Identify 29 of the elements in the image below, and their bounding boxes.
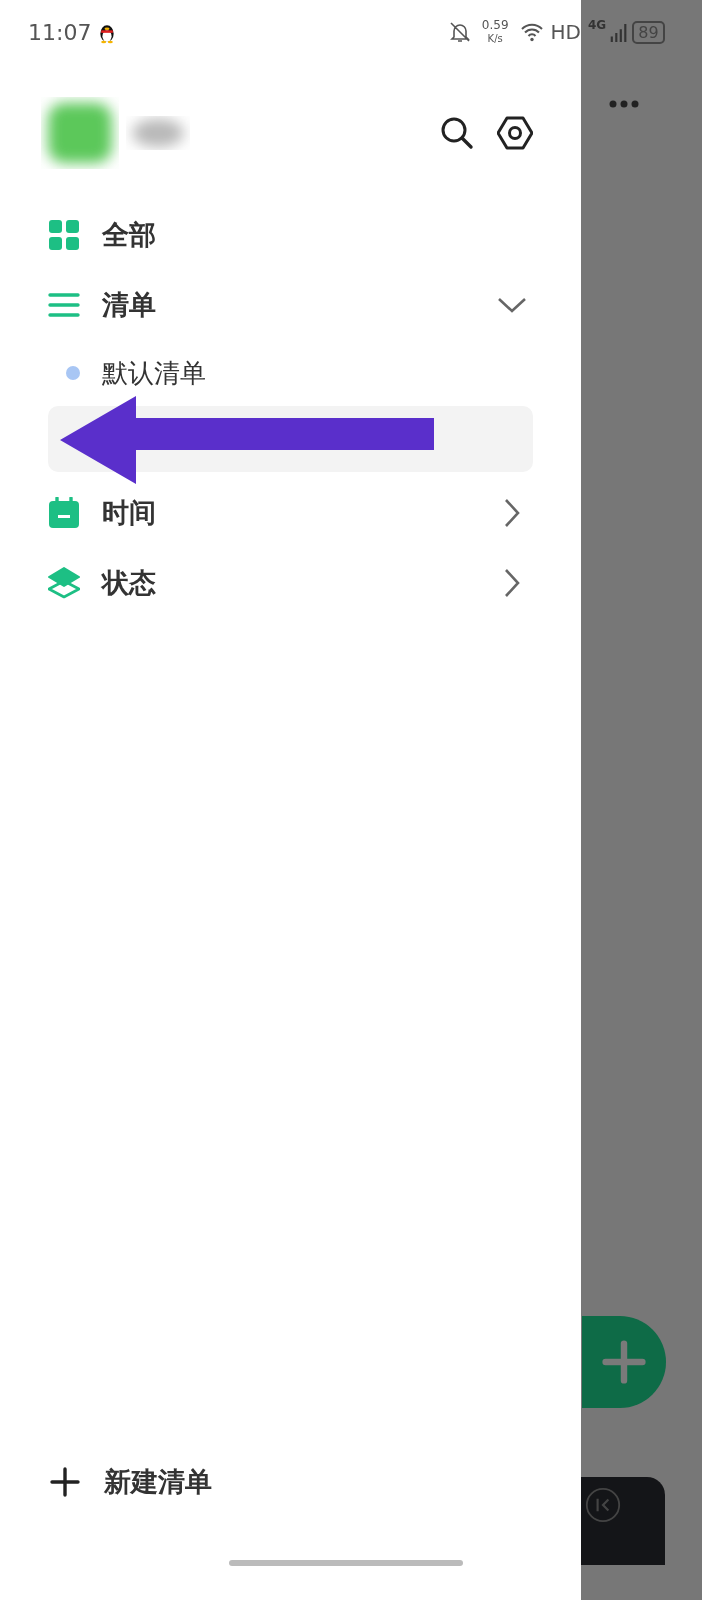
hd-label: HD <box>550 20 581 44</box>
menu-label: 状态 <box>102 566 156 600</box>
menu-item[interactable]: 状态 <box>48 548 533 618</box>
menu-item[interactable]: 清单 <box>48 270 533 340</box>
dim-overlay[interactable] <box>581 0 702 1600</box>
plus-icon <box>601 1339 647 1385</box>
menu-label: 时间 <box>102 496 156 530</box>
new-list-button[interactable]: 新建清单 <box>0 1464 581 1500</box>
search-icon <box>439 115 475 151</box>
signal-icon <box>610 21 629 43</box>
network-label: 4G <box>588 18 607 32</box>
more-icon[interactable] <box>609 100 639 108</box>
calendar-icon <box>48 497 80 529</box>
list-item[interactable]: 默认清单 <box>48 340 533 406</box>
menu-item[interactable]: 全部 <box>48 200 533 270</box>
bell-off-icon <box>447 20 472 44</box>
wifi-icon <box>518 22 545 42</box>
plus-icon <box>50 1467 80 1497</box>
settings-icon <box>497 115 533 151</box>
layers-icon <box>48 567 80 599</box>
search-button[interactable] <box>439 115 475 151</box>
grid-icon <box>48 219 80 251</box>
speed-value: 0.59 <box>481 19 509 32</box>
menu-label: 全部 <box>102 218 156 252</box>
speed-unit: K/s <box>487 32 503 45</box>
menu-label: 清单 <box>102 288 156 322</box>
status-time: 11:07 <box>28 19 92 45</box>
menu-item[interactable]: 时间 <box>48 478 533 548</box>
settings-button[interactable] <box>497 115 533 151</box>
